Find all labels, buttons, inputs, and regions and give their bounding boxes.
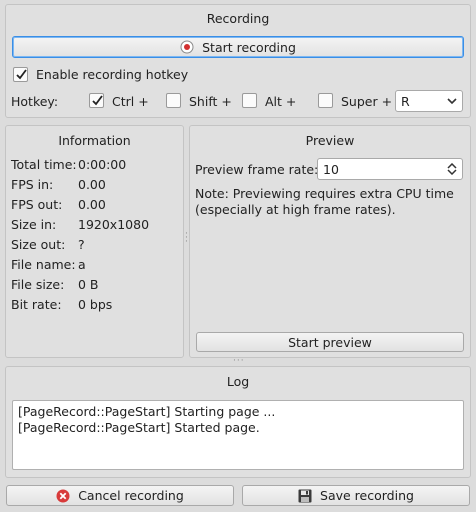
save-recording-button[interactable]: Save recording: [242, 485, 470, 506]
info-value: ?: [78, 237, 85, 252]
info-key: File size:: [11, 277, 65, 292]
recording-title: Recording: [206, 11, 270, 26]
horizontal-splitter-handle[interactable]: ···: [233, 356, 245, 366]
start-preview-label: Start preview: [288, 334, 372, 350]
info-key: Bit rate:: [11, 297, 62, 312]
preview-frame-rate-value: 10: [323, 162, 339, 177]
info-value: a: [78, 257, 86, 272]
info-value: 0:00:00: [78, 157, 127, 172]
checkmark-icon: [16, 69, 27, 80]
info-value: 0 bps: [78, 297, 113, 312]
alt-label: Alt +: [265, 94, 297, 109]
save-recording-label: Save recording: [320, 488, 414, 503]
save-icon: [298, 489, 312, 503]
checkmark-icon: [92, 95, 103, 106]
cancel-recording-label: Cancel recording: [78, 488, 184, 503]
chevron-down-icon: [447, 98, 457, 105]
info-key: File name:: [11, 257, 76, 272]
info-key: FPS in:: [11, 177, 54, 192]
log-line: [PageRecord::PageStart] Starting page ..…: [18, 404, 276, 419]
cancel-recording-button[interactable]: Cancel recording: [6, 485, 234, 506]
shift-label: Shift +: [189, 94, 232, 109]
hotkey-key-select[interactable]: R: [395, 90, 463, 112]
super-label: Super +: [341, 94, 393, 109]
cancel-icon: [56, 489, 70, 503]
log-title: Log: [226, 374, 250, 389]
log-textarea[interactable]: [PageRecord::PageStart] Starting page ..…: [12, 400, 464, 470]
info-key: FPS out:: [11, 197, 63, 212]
spin-arrows-icon[interactable]: [447, 163, 457, 175]
preview-frame-rate-label: Preview frame rate:: [195, 162, 319, 177]
preview-title: Preview: [305, 133, 355, 148]
start-preview-button[interactable]: Start preview: [196, 332, 464, 352]
preview-frame-rate-spinbox[interactable]: 10: [317, 158, 463, 180]
info-value: 1920x1080: [78, 217, 150, 232]
record-icon: [180, 40, 194, 54]
info-key: Total time:: [11, 157, 77, 172]
shift-checkbox[interactable]: [166, 93, 181, 108]
info-value: 0 B: [78, 277, 99, 292]
enable-hotkey-label: Enable recording hotkey: [36, 67, 189, 82]
enable-hotkey-checkbox[interactable]: [13, 67, 28, 82]
info-value: 0.00: [78, 177, 106, 192]
preview-note-line2: (especially at high frame rates).: [195, 202, 396, 217]
info-key: Size out:: [11, 237, 66, 252]
hotkey-key-value: R: [401, 94, 410, 109]
hotkey-label: Hotkey:: [11, 94, 59, 109]
ctrl-checkbox[interactable]: [89, 93, 104, 108]
start-recording-label: Start recording: [202, 39, 296, 55]
ctrl-label: Ctrl +: [112, 94, 149, 109]
start-recording-button[interactable]: Start recording: [12, 36, 464, 58]
log-line: [PageRecord::PageStart] Started page.: [18, 420, 260, 435]
super-checkbox[interactable]: [318, 93, 333, 108]
info-key: Size in:: [11, 217, 57, 232]
info-value: 0.00: [78, 197, 106, 212]
information-title: Information: [58, 133, 131, 148]
alt-checkbox[interactable]: [242, 93, 257, 108]
preview-note-line1: Note: Previewing requires extra CPU time: [195, 186, 454, 201]
